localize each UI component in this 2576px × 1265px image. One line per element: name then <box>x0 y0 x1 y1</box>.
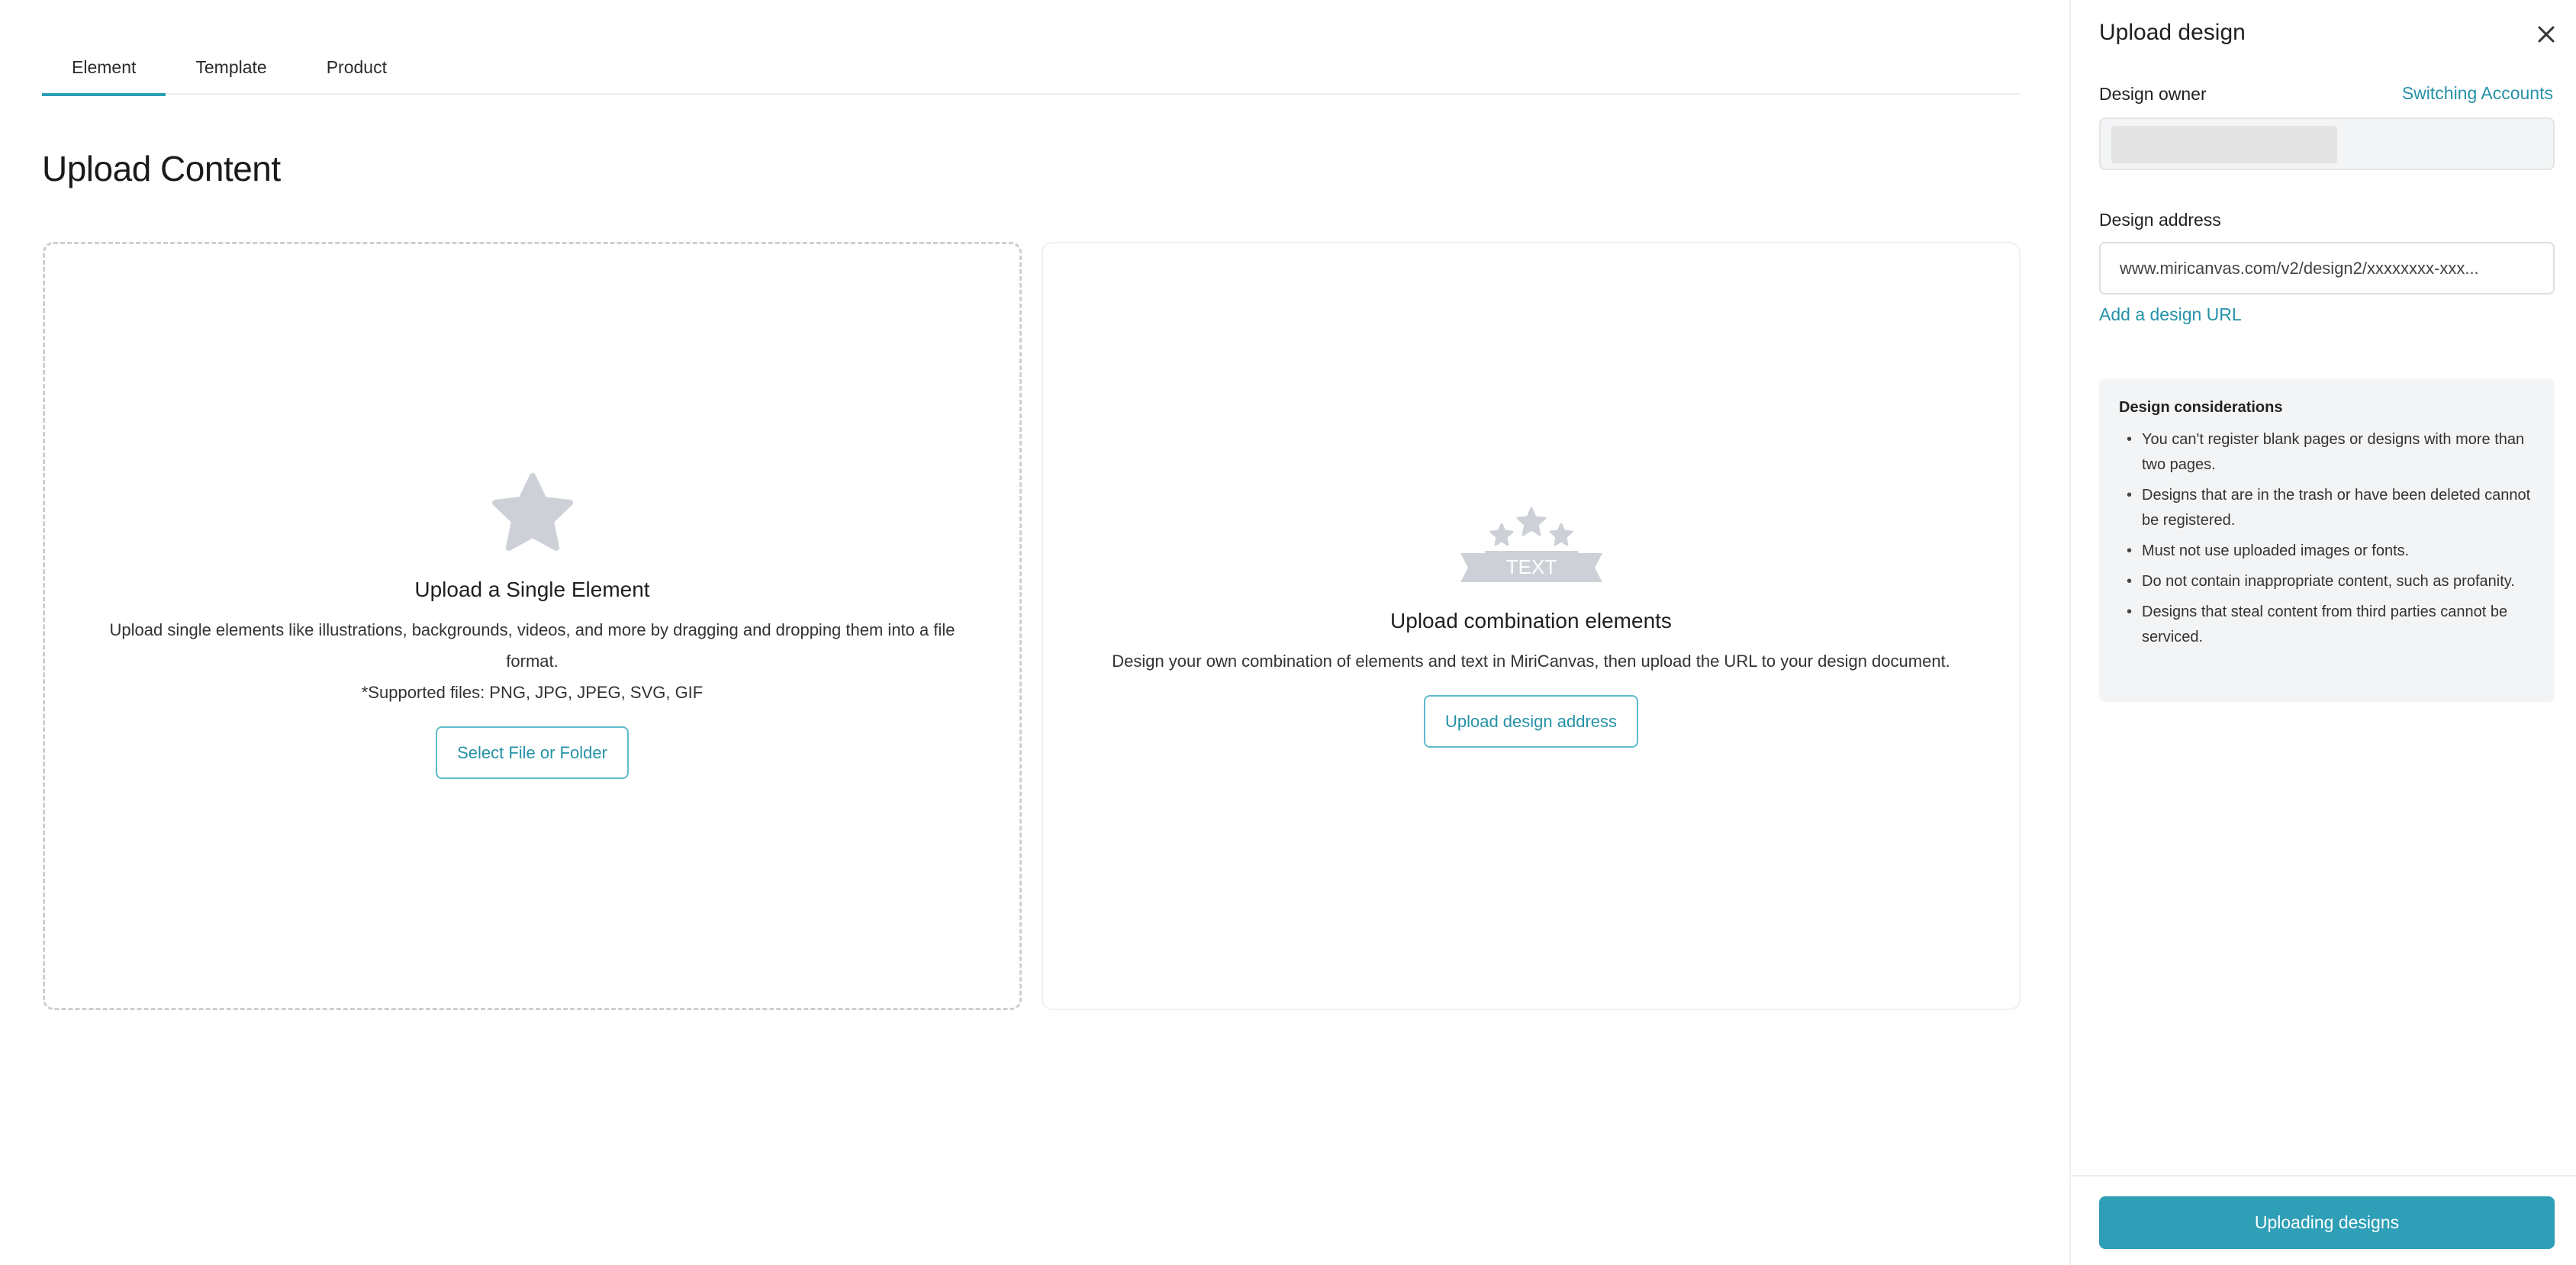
design-owner-field <box>2099 117 2555 170</box>
upload-design-address-button[interactable]: Upload design address <box>1423 695 1639 748</box>
list-item: You can't register blank pages or design… <box>2119 427 2535 478</box>
list-item: Must not use uploaded images or fonts. <box>2119 539 2535 564</box>
close-icon[interactable] <box>2533 21 2559 47</box>
list-item: Do not contain inappropriate content, su… <box>2119 569 2535 594</box>
content-type-tabs: Element Template Product <box>42 40 2021 96</box>
combination-title: Upload combination elements <box>1390 609 1672 632</box>
tab-element[interactable]: Element <box>42 40 166 96</box>
star-icon <box>491 473 575 558</box>
text-badge-label: TEXT <box>1505 555 1557 578</box>
panel-footer: Uploading designs <box>2071 1175 2576 1265</box>
list-item: Designs that are in the trash or have be… <box>2119 483 2535 533</box>
combination-description: Design your own combination of elements … <box>1112 652 1950 671</box>
considerations-title: Design considerations <box>2119 399 2283 416</box>
select-file-button[interactable]: Select File or Folder <box>436 726 629 779</box>
single-element-dropzone[interactable]: Upload a Single Element Upload single el… <box>43 242 1022 1010</box>
app-root: Element Template Product Upload Content … <box>0 0 2576 1265</box>
design-considerations-box: Design considerations You can't register… <box>2099 378 2555 702</box>
page-title: Upload Content <box>42 149 281 188</box>
design-owner-label: Design owner <box>2099 84 2207 104</box>
switching-accounts-link[interactable]: Switching Accounts <box>2402 83 2553 104</box>
main-content: Element Template Product Upload Content … <box>0 0 2069 1265</box>
panel-title: Upload design <box>2099 20 2246 45</box>
single-element-description: Upload single elements like illustration… <box>109 620 955 671</box>
text-badge-icon: TEXT <box>1457 504 1605 589</box>
supported-files-note: *Supported files: PNG, JPG, JPEG, SVG, G… <box>361 683 704 702</box>
uploading-designs-button[interactable]: Uploading designs <box>2099 1196 2555 1249</box>
tab-product[interactable]: Product <box>297 40 417 95</box>
owner-name-placeholder <box>2111 126 2337 163</box>
upload-design-panel: Upload design Design owner Switching Acc… <box>2069 0 2576 1265</box>
list-item: Designs that steal content from third pa… <box>2119 600 2535 650</box>
tab-template[interactable]: Template <box>166 40 296 95</box>
design-address-label: Design address <box>2099 210 2221 230</box>
design-address-input[interactable] <box>2099 242 2555 295</box>
single-element-title: Upload a Single Element <box>414 578 650 601</box>
add-design-url-link[interactable]: Add a design URL <box>2099 304 2242 325</box>
considerations-list: You can't register blank pages or design… <box>2119 427 2535 650</box>
combination-elements-card: TEXT Upload combination elements Design … <box>1042 242 2021 1010</box>
